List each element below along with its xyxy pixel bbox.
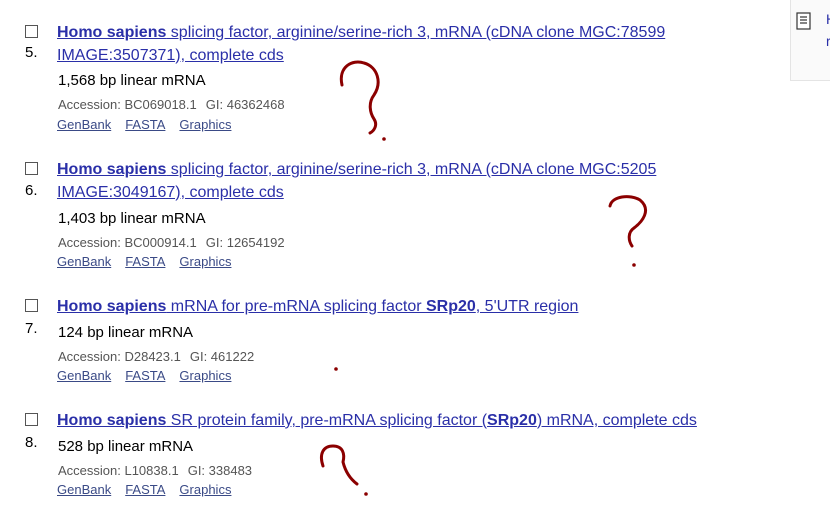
result-number: 6. (25, 182, 38, 199)
related-info-link[interactable]: H r (826, 8, 830, 52)
fasta-link[interactable]: FASTA (125, 254, 165, 269)
document-icon (796, 12, 812, 35)
result-description: 1,403 bp linear mRNA (58, 210, 206, 227)
genbank-link[interactable]: GenBank (57, 117, 111, 132)
fasta-link[interactable]: FASTA (125, 368, 165, 383)
result-checkbox[interactable] (25, 299, 38, 312)
question-mark-scribble (608, 195, 647, 267)
result-title-link[interactable]: Homo sapiens splicing factor, arginine/s… (57, 21, 747, 67)
accession-text: Accession: L10838.1 (58, 463, 179, 478)
result-title-link[interactable]: Homo sapiens mRNA for pre-mRNA splicing … (57, 295, 747, 318)
result-checkbox[interactable] (25, 25, 38, 38)
accession-text: Accession: BC069018.1 (58, 97, 197, 112)
question-mark-scribble (319, 444, 368, 496)
gi-text: GI: 12654192 (205, 235, 285, 250)
result-number: 8. (25, 434, 38, 451)
genbank-link[interactable]: GenBank (57, 254, 111, 269)
result-checkbox[interactable] (25, 162, 38, 175)
result-number: 7. (25, 320, 38, 337)
graphics-link[interactable]: Graphics (179, 117, 231, 132)
fasta-link[interactable]: FASTA (125, 117, 165, 132)
result-description: 1,568 bp linear mRNA (58, 72, 206, 89)
gi-text: GI: 46362468 (205, 97, 285, 112)
gi-text: GI: 338483 (187, 463, 253, 478)
result-links: GenBank FASTA Graphics (57, 254, 245, 269)
gi-text: GI: 461222 (189, 349, 255, 364)
fasta-link[interactable]: FASTA (125, 482, 165, 497)
result-checkbox[interactable] (25, 413, 38, 426)
result-description: 124 bp linear mRNA (58, 324, 194, 341)
graphics-link[interactable]: Graphics (179, 254, 231, 269)
dot-scribble (334, 367, 338, 371)
graphics-link[interactable]: Graphics (179, 368, 231, 383)
accession-text: Accession: BC000914.1 (58, 235, 197, 250)
question-mark-scribble (339, 60, 386, 141)
result-number: 5. (25, 44, 38, 61)
graphics-link[interactable]: Graphics (179, 482, 231, 497)
result-meta: Accession: BC000914.1 GI: 12654192 (58, 235, 285, 250)
result-links: GenBank FASTA Graphics (57, 117, 245, 132)
related-info-box: H r (790, 0, 830, 81)
result-links: GenBank FASTA Graphics (57, 482, 245, 497)
result-meta: Accession: BC069018.1 GI: 46362468 (58, 97, 285, 112)
accession-text: Accession: D28423.1 (58, 349, 181, 364)
genbank-link[interactable]: GenBank (57, 482, 111, 497)
result-description: 528 bp linear mRNA (58, 438, 194, 455)
result-title-link[interactable]: Homo sapiens SR protein family, pre-mRNA… (57, 409, 747, 432)
result-meta: Accession: D28423.1 GI: 461222 (58, 349, 254, 364)
result-links: GenBank FASTA Graphics (57, 368, 245, 383)
genbank-link[interactable]: GenBank (57, 368, 111, 383)
result-meta: Accession: L10838.1 GI: 338483 (58, 463, 252, 478)
